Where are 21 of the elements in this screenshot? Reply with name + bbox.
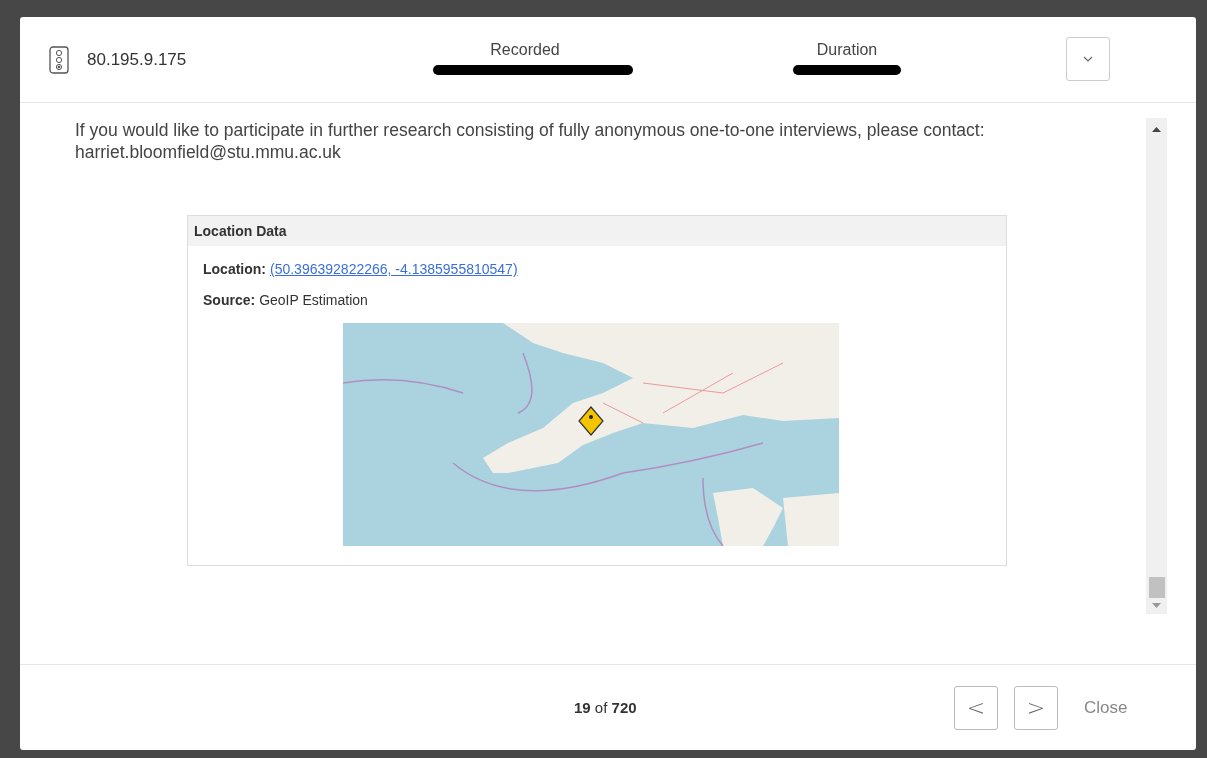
traffic-light-icon <box>49 45 69 74</box>
message-text: If you would like to participate in further research consisting of fully anonymous one-to-one interviews, please contact: harriet.bloomfield@stu.mmu.ac.uk <box>75 119 986 163</box>
field-label: Duration <box>816 41 878 59</box>
scrollbar-thumb[interactable] <box>1148 577 1165 598</box>
scroll-down-icon[interactable] <box>1152 603 1161 608</box>
scrollbar[interactable] <box>1146 118 1167 614</box>
map-pin-icon <box>578 406 604 436</box>
field-label: Recorded <box>490 41 560 59</box>
ip-address: 80.195.9.175 <box>87 49 187 70</box>
row-value: GeoIP Estimation <box>259 292 368 308</box>
chevron-down-icon <box>1083 56 1093 62</box>
scroll-up-icon[interactable] <box>1152 127 1161 132</box>
row-label: Source: <box>203 292 256 308</box>
close-button[interactable]: Close <box>1084 695 1128 720</box>
next-button[interactable]: > <box>1014 685 1058 730</box>
expand-button[interactable] <box>1066 37 1110 81</box>
previous-button[interactable]: < <box>954 685 998 730</box>
row-label: Location: <box>203 261 266 277</box>
page-counter: 19 of 720 <box>574 699 637 716</box>
panel-title: Location Data <box>188 216 1006 246</box>
coordinates-link[interactable]: (50.396392822266, -4.1385955810547) <box>270 261 518 277</box>
